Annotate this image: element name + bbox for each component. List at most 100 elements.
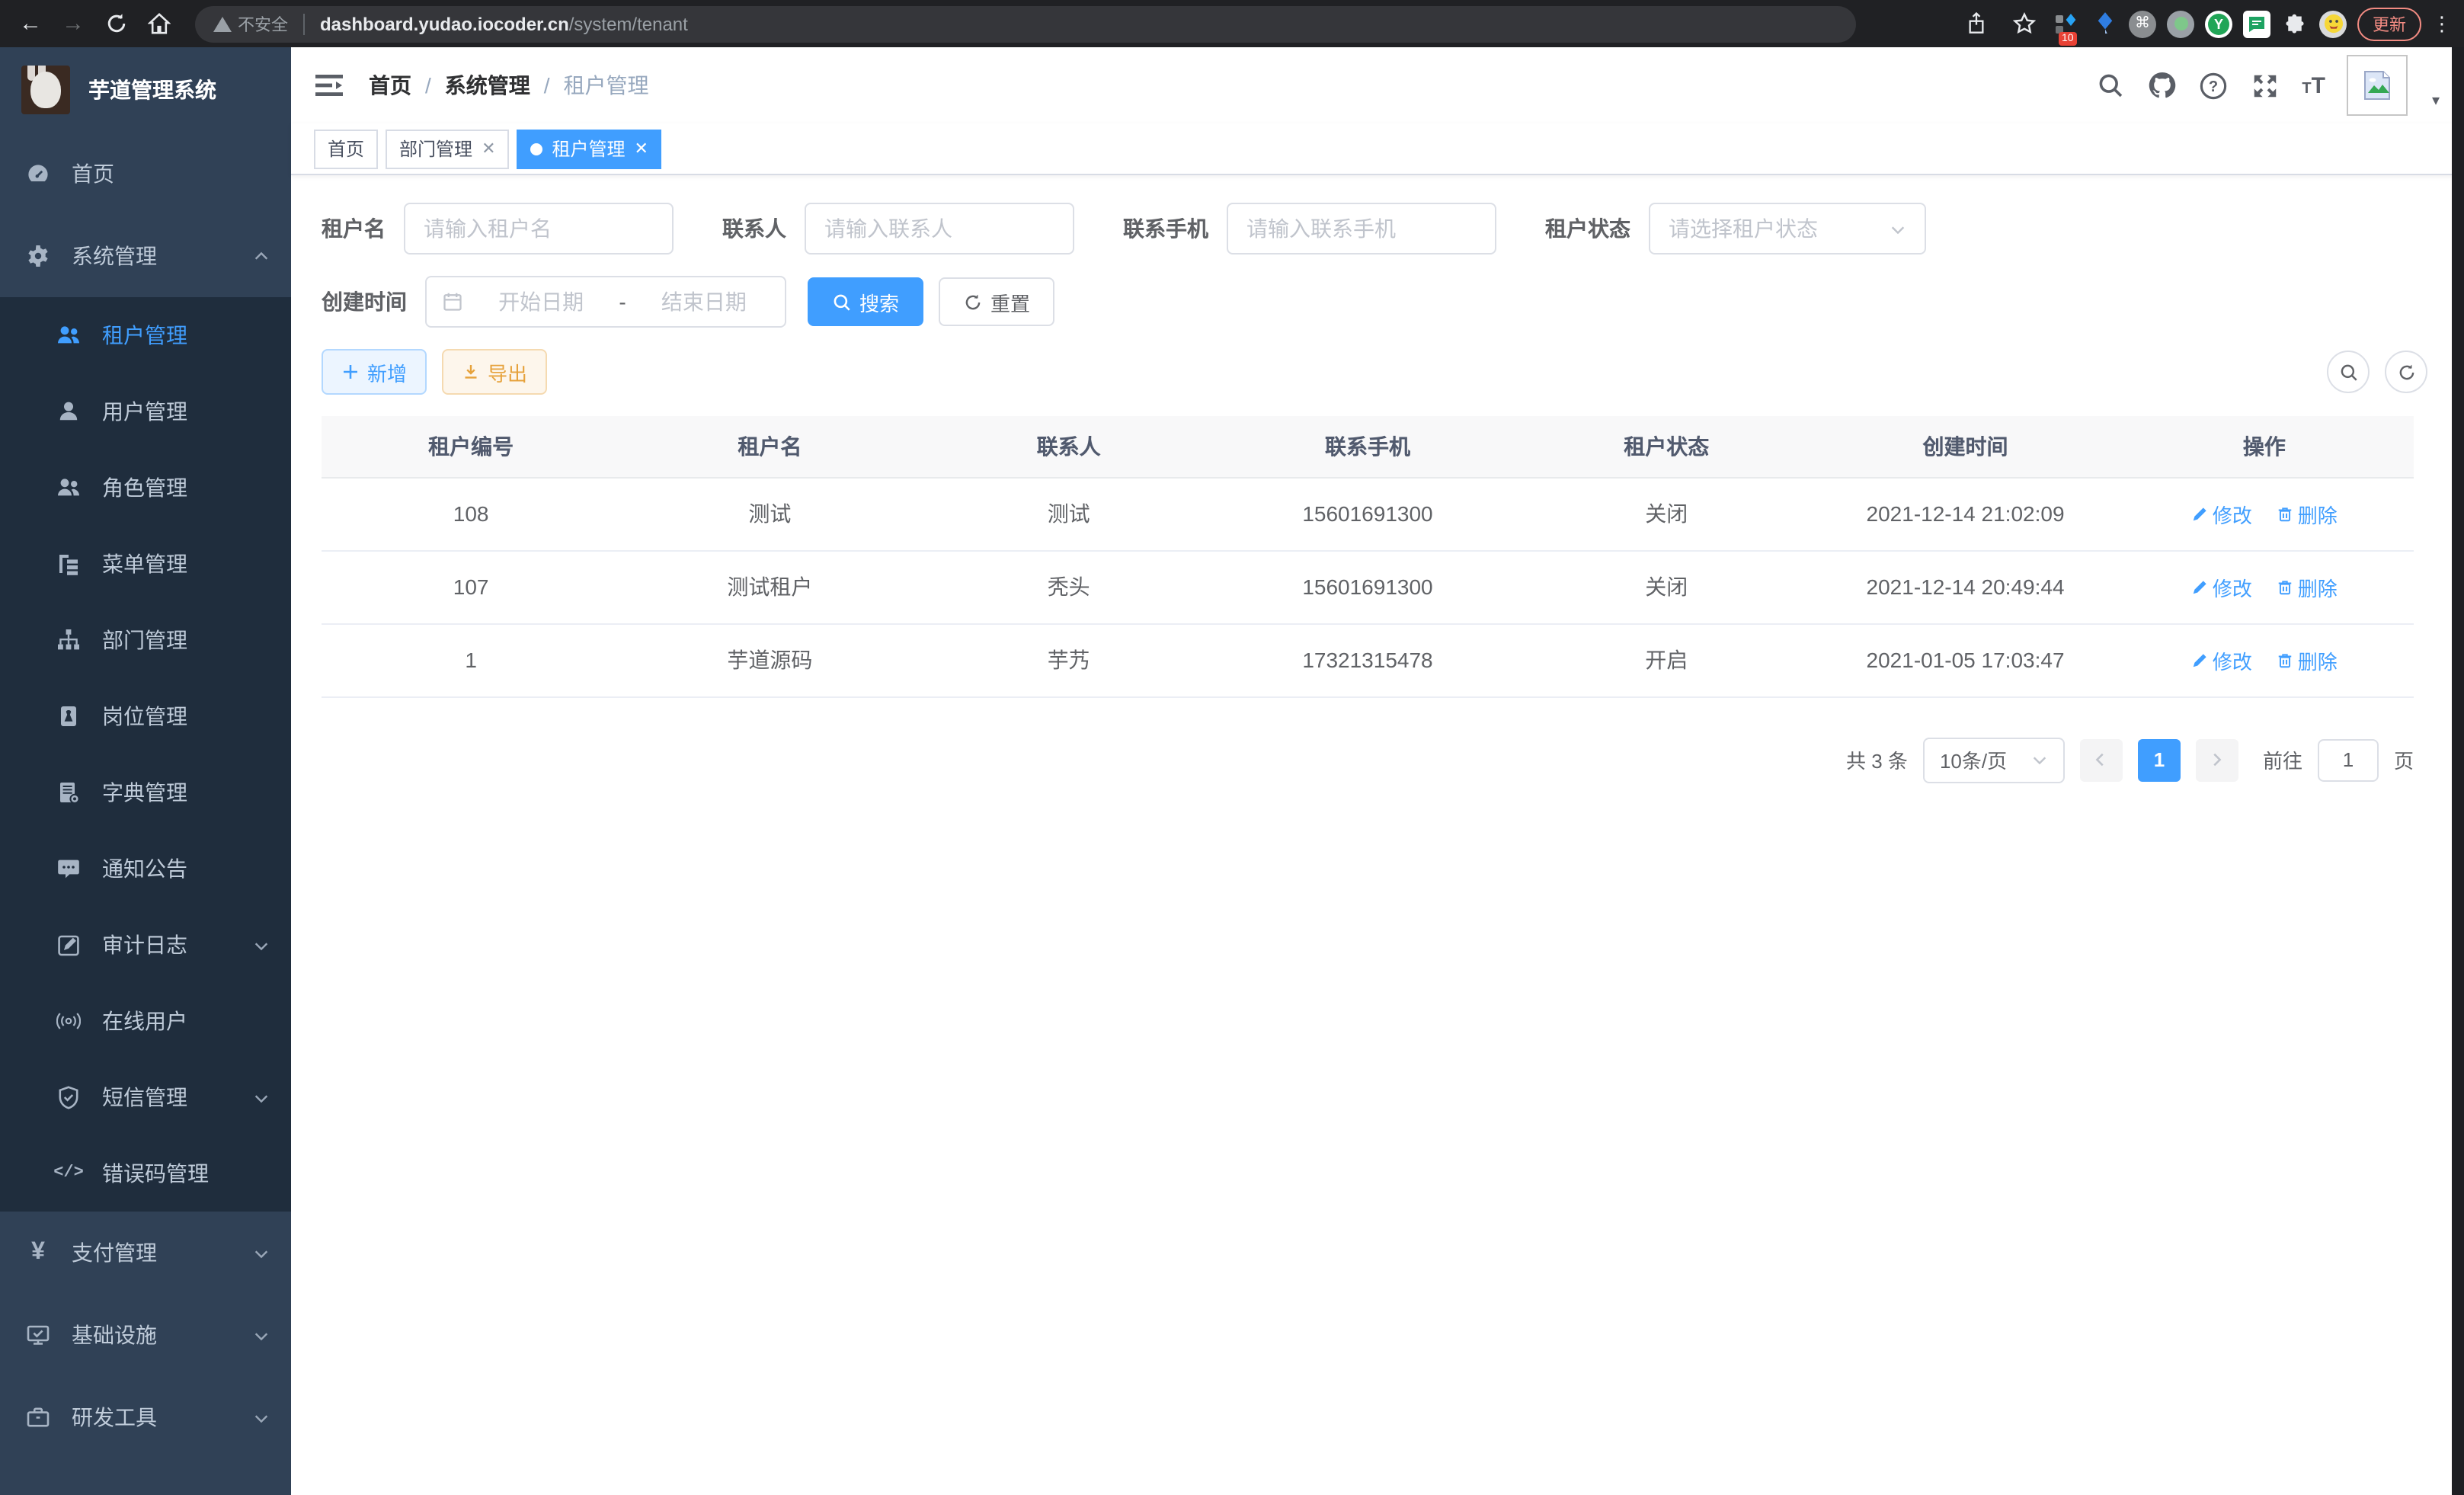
chevron-down-icon [1890,220,1906,237]
date-start-placeholder: 开始日期 [475,287,606,317]
refresh-table-button[interactable] [2385,351,2427,393]
post-icon [56,704,81,728]
tab-dept[interactable]: 部门管理 ✕ [386,129,509,168]
breadcrumb-current: 租户管理 [564,70,649,101]
breadcrumb-system[interactable]: 系统管理 [445,70,530,101]
edit-link[interactable]: 修改 [2191,572,2252,601]
delete-link[interactable]: 删除 [2277,572,2338,601]
payment-icon: ¥ [26,1240,50,1265]
sidebar-item-label: 通知公告 [102,853,187,884]
github-icon[interactable] [2146,70,2177,101]
status-select[interactable]: 请选择租户状态 [1649,203,1926,255]
sidebar-item-label: 角色管理 [102,472,187,503]
browser-menu-icon[interactable]: ⋮ [2432,11,2452,36]
placeholder: 请输入联系人 [824,213,952,244]
help-icon[interactable]: ? [2198,70,2229,101]
prev-page-button[interactable] [2080,738,2123,781]
browser-forward-icon[interactable]: → [55,5,91,42]
cell-id: 107 [322,550,620,623]
browser-back-icon[interactable]: ← [12,5,49,42]
sidebar-toggle-icon[interactable] [314,70,344,101]
avatar[interactable] [2347,55,2408,116]
plus-icon [341,363,360,381]
search-button[interactable]: 搜索 [808,277,923,326]
extension-tasks-icon[interactable]: 10 [2053,10,2080,37]
extension-kite-icon[interactable] [2091,10,2118,37]
next-page-button[interactable] [2196,738,2238,781]
browser-reload-icon[interactable] [98,5,134,42]
cell-name: 测试 [620,477,919,550]
page-size-select[interactable]: 10条/页 [1923,737,2065,783]
system-submenu: 租户管理 用户管理 角色管理 [0,297,291,1212]
breadcrumb-home[interactable]: 首页 [369,70,411,101]
reset-button[interactable]: 重置 [939,277,1054,326]
sidebar-item-tenant[interactable]: 租户管理 [0,297,291,373]
edit-link[interactable]: 修改 [2191,645,2252,674]
sidebar-item-sms[interactable]: 短信管理 [0,1059,291,1135]
browser-home-icon[interactable] [140,5,177,42]
close-icon[interactable]: ✕ [635,139,648,158]
extension-chat-icon[interactable] [2243,10,2270,37]
sidebar-item-error-code[interactable]: </> 错误码管理 [0,1135,291,1212]
font-size-icon[interactable]: TT [2302,72,2325,98]
profile-avatar-icon[interactable] [2319,10,2347,37]
date-range-picker[interactable]: 开始日期 - 结束日期 [425,276,786,328]
sidebar-item-system[interactable]: 系统管理 [0,215,291,297]
contact-input[interactable]: 请输入联系人 [805,203,1074,255]
sidebar-item-payment[interactable]: ¥ 支付管理 [0,1212,291,1294]
extension-command-icon[interactable]: ⌘ [2129,10,2156,37]
chevron-down-icon [253,936,270,953]
sidebar-item-online-users[interactable]: 在线用户 [0,983,291,1059]
refresh-icon [963,292,983,312]
browser-update-button[interactable]: 更新 [2357,7,2421,40]
sidebar-item-dev-tools[interactable]: 研发工具 [0,1376,291,1458]
export-button[interactable]: 导出 [442,349,547,395]
bookmark-star-icon[interactable] [2005,5,2042,42]
sidebar-item-notice[interactable]: 通知公告 [0,831,291,907]
gear-icon [26,244,50,268]
tenant-name-input[interactable]: 请输入租户名 [404,203,674,255]
sidebar-item-audit-log[interactable]: 审计日志 [0,907,291,983]
extension-dot-icon[interactable] [2167,10,2194,37]
app-logo[interactable]: 芋道管理系统 [0,47,291,133]
edit-link[interactable]: 修改 [2191,499,2252,528]
header-search-icon[interactable] [2094,70,2125,101]
toggle-search-button[interactable] [2327,351,2370,393]
goto-page-input[interactable]: 1 [2318,738,2379,781]
sidebar-item-role[interactable]: 角色管理 [0,450,291,526]
sidebar: 芋道管理系统 首页 系统管理 [0,47,291,1495]
sidebar-item-menu[interactable]: 菜单管理 [0,526,291,602]
chevron-down-icon [253,1089,270,1106]
breadcrumb: 首页 / 系统管理 / 租户管理 [369,70,649,101]
breadcrumb-separator: / [544,73,550,98]
extension-y-icon[interactable]: Y [2205,10,2232,37]
url-host: dashboard.yudao.iocoder.cn [320,13,569,34]
date-separator: - [619,290,626,314]
logo-image [21,66,70,114]
address-bar[interactable]: 不安全 dashboard.yudao.iocoder.cn/system/te… [195,5,1856,42]
sidebar-item-user[interactable]: 用户管理 [0,373,291,450]
sidebar-item-infrastructure[interactable]: 基础设施 [0,1294,291,1376]
page-number-button[interactable]: 1 [2138,738,2181,781]
share-icon[interactable] [1958,5,1995,42]
delete-link[interactable]: 删除 [2277,499,2338,528]
add-button[interactable]: 新增 [322,349,427,395]
sidebar-item-dict[interactable]: 字典管理 [0,754,291,831]
roles-icon [56,475,81,500]
cell-created: 2021-12-14 21:02:09 [1816,477,2114,550]
avatar-caret-icon[interactable]: ▾ [2432,93,2440,116]
close-icon[interactable]: ✕ [482,139,495,158]
tab-home[interactable]: 首页 [314,129,378,168]
mobile-input[interactable]: 请输入联系手机 [1227,203,1496,255]
sidebar-item-home[interactable]: 首页 [0,133,291,215]
tab-tenant[interactable]: 租户管理 ✕ [517,129,662,168]
sidebar-item-post[interactable]: 岗位管理 [0,678,291,754]
tenants-icon [56,323,81,347]
sidebar-item-label: 支付管理 [72,1237,157,1268]
extensions-puzzle-icon[interactable] [2281,10,2309,37]
site-security-warning[interactable]: 不安全 [213,11,288,36]
fullscreen-icon[interactable] [2250,70,2280,101]
notice-icon [56,856,81,881]
sidebar-item-dept[interactable]: 部门管理 [0,602,291,678]
delete-link[interactable]: 删除 [2277,645,2338,674]
